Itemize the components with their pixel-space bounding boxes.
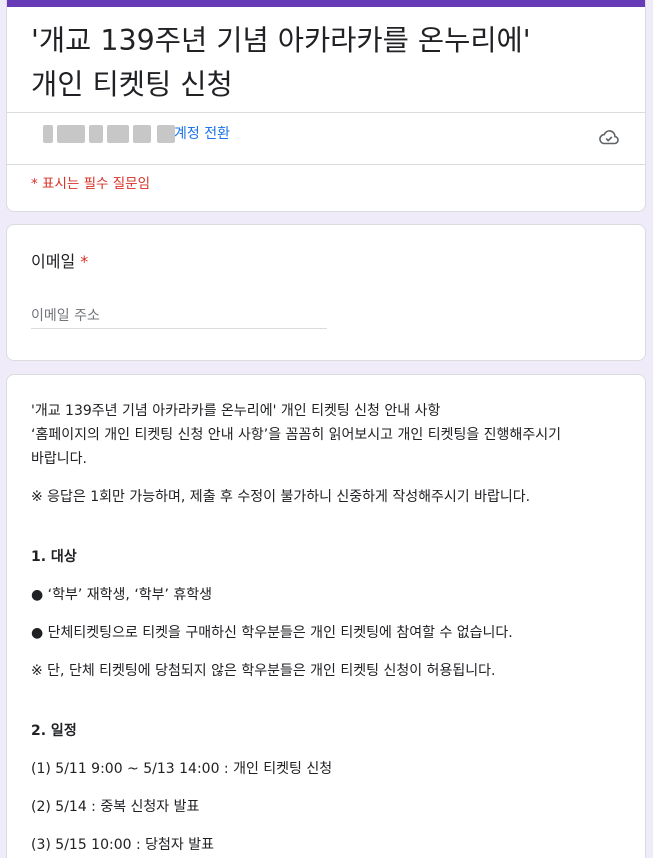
required-star: * xyxy=(80,252,89,271)
form-title-line1: '개교 139주년 기념 아카라카를 온누리에' xyxy=(31,24,531,57)
form-page: '개교 139주년 기념 아카라카를 온누리에' 개인 티켓팅 신청 계정 전환 xyxy=(0,0,653,858)
form-header-card: '개교 139주년 기념 아카라카를 온누리에' 개인 티켓팅 신청 계정 전환 xyxy=(6,0,646,212)
target-item: ● 단체티켓팅으로 티켓을 구매하신 학우분들은 개인 티켓팅에 참여할 수 없… xyxy=(31,625,513,641)
target-heading: 1. 대상 xyxy=(31,549,77,565)
switch-account-link[interactable]: 계정 전환 xyxy=(174,125,230,143)
target-item: ※ 단, 단체 티켓팅에 당첨되지 않은 학우분들은 개인 티켓팅 신청이 허용… xyxy=(31,663,496,679)
email-label-text: 이메일 xyxy=(31,252,76,271)
schedule-item: (2) 5/14 : 중복 신청자 발표 xyxy=(31,799,200,815)
accent-bar xyxy=(7,0,645,7)
schedule-heading: 2. 일정 xyxy=(31,723,77,739)
email-question-card: 이메일 * xyxy=(6,224,646,361)
intro-line-3: 바랍니다. xyxy=(31,451,87,467)
form-title: '개교 139주년 기념 아카라카를 온누리에' 개인 티켓팅 신청 xyxy=(31,19,531,107)
email-question-label: 이메일 * xyxy=(31,251,88,273)
required-note: * 표시는 필수 질문임 xyxy=(31,176,150,192)
header-divider-bottom xyxy=(7,164,645,165)
blurred-account-email xyxy=(43,125,175,143)
info-body: '개교 139주년 기념 아카라카를 온누리에' 개인 티켓팅 신청 안내 사항… xyxy=(31,399,627,857)
info-card: '개교 139주년 기념 아카라카를 온누리에' 개인 티켓팅 신청 안내 사항… xyxy=(6,374,646,858)
intro-line-2: ‘홈페이지의 개인 티켓팅 신청 안내 사항’을 꼼꼼히 읽어보시고 개인 티켓… xyxy=(31,427,561,443)
cloud-done-icon[interactable] xyxy=(597,125,621,149)
target-item: ● ‘학부’ 재학생, ‘학부’ 휴학생 xyxy=(31,587,213,603)
notice-text: ※ 응답은 1회만 가능하며, 제출 후 수정이 불가하니 신중하게 작성해주시… xyxy=(31,489,531,505)
form-title-line2: 개인 티켓팅 신청 xyxy=(31,68,233,101)
schedule-item: (1) 5/11 9:00 ~ 5/13 14:00 : 개인 티켓팅 신청 xyxy=(31,761,333,777)
intro-line-1: '개교 139주년 기념 아카라카를 온누리에' 개인 티켓팅 신청 안내 사항 xyxy=(31,403,441,419)
email-input[interactable] xyxy=(31,303,327,329)
account-row: 계정 전환 xyxy=(7,113,645,165)
schedule-item: (3) 5/15 10:00 : 당첨자 발표 xyxy=(31,837,214,853)
